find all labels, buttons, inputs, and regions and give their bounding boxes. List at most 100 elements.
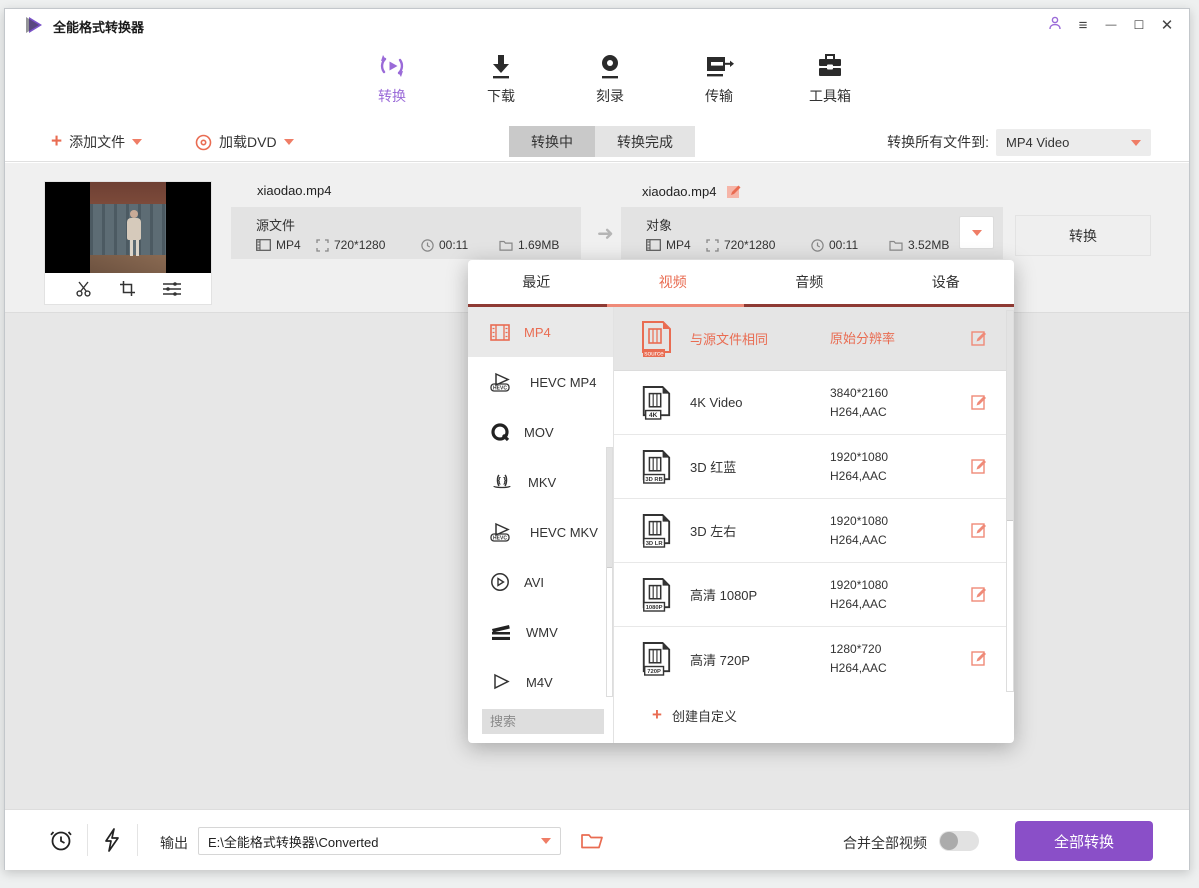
- dvd-icon: [195, 134, 212, 151]
- tab-transfer[interactable]: 传输: [669, 49, 769, 106]
- preset-codecs: H264,AAC: [830, 597, 887, 611]
- sidebar-scrollbar[interactable]: [606, 447, 613, 697]
- preset-name: 3D 红蓝: [690, 457, 830, 476]
- mp4-icon: [490, 324, 510, 341]
- preset-file-icon: 3D LR: [638, 512, 674, 550]
- add-files-button[interactable]: + 添加文件: [51, 130, 142, 154]
- output-format-select[interactable]: MP4 Video: [996, 129, 1151, 156]
- target-duration: 00:11: [829, 238, 858, 252]
- target-info-panel: 对象 MP4 720*1280 00:11 3.52MB: [621, 207, 1003, 259]
- preset-file-icon: 3D RB: [638, 448, 674, 486]
- quicktime-icon: [490, 422, 510, 442]
- preset-row-3d-lr[interactable]: 3D LR 3D 左右 1920*1080H264,AAC: [614, 499, 1014, 563]
- format-item-avi[interactable]: AVI: [468, 557, 613, 607]
- plus-icon: +: [652, 705, 662, 725]
- minimize-button[interactable]: —: [1097, 19, 1125, 31]
- plus-icon: +: [51, 131, 62, 153]
- convert-all-button[interactable]: 全部转换: [1015, 821, 1153, 861]
- convert-row-button[interactable]: 转换: [1015, 215, 1151, 256]
- preset-name: 3D 左右: [690, 521, 830, 540]
- preset-codecs: H264,AAC: [830, 405, 887, 419]
- preset-resolution: 3840*2160: [830, 386, 888, 400]
- preset-row-source[interactable]: source 与源文件相同 原始分辨率: [614, 307, 1014, 371]
- clock-icon: [421, 239, 434, 252]
- app-window: 全能格式转换器 ≡ — ☐ ✕ 转换 下载: [4, 8, 1190, 870]
- edit-preset-icon[interactable]: [971, 649, 988, 666]
- popup-tab-audio[interactable]: 音频: [741, 260, 878, 304]
- resolution-icon: [706, 239, 719, 252]
- close-button[interactable]: ✕: [1153, 16, 1181, 34]
- edit-preset-icon[interactable]: [971, 393, 988, 410]
- source-panel-title: 源文件: [256, 215, 295, 234]
- format-item-m4v[interactable]: M4V: [468, 657, 613, 697]
- format-item-hevc-mp4[interactable]: HEVC HEVC MP4: [468, 357, 613, 407]
- format-item-hevc-mkv[interactable]: HEVC HEVC MKV: [468, 507, 613, 557]
- maximize-button[interactable]: ☐: [1125, 18, 1153, 32]
- account-icon[interactable]: [1041, 15, 1069, 35]
- hevc-icon: HEVC: [490, 372, 516, 392]
- status-tabs: 转换中 转换完成: [509, 126, 695, 157]
- format-item-mp4[interactable]: MP4: [468, 307, 613, 357]
- output-path-value: E:\全能格式转换器\Converted: [208, 832, 379, 851]
- preset-resolution: 1920*1080: [830, 450, 888, 464]
- preset-resolution: 原始分辨率: [830, 329, 940, 348]
- chevron-down-icon: [132, 139, 142, 145]
- merge-toggle[interactable]: [939, 831, 979, 851]
- preset-file-icon: 4K: [638, 384, 674, 422]
- preset-name: 高清 1080P: [690, 585, 830, 604]
- schedule-icon[interactable]: [49, 828, 73, 852]
- format-item-wmv[interactable]: WMV: [468, 607, 613, 657]
- preset-list: source 与源文件相同 原始分辨率 4K 4K Video 3840*216…: [614, 307, 1014, 743]
- tab-download[interactable]: 下载: [451, 49, 551, 106]
- popup-tab-device[interactable]: 设备: [878, 260, 1015, 304]
- svg-text:720P: 720P: [647, 669, 661, 675]
- tab-finished[interactable]: 转换完成: [595, 126, 695, 157]
- tab-convert[interactable]: 转换: [342, 49, 442, 106]
- create-custom-button[interactable]: + 创建自定义: [652, 705, 1014, 725]
- menu-icon[interactable]: ≡: [1069, 17, 1097, 34]
- preset-row-3d-rb[interactable]: 3D RB 3D 红蓝 1920*1080H264,AAC: [614, 435, 1014, 499]
- tab-toolbox[interactable]: 工具箱: [780, 49, 880, 106]
- popup-tab-video[interactable]: 视频: [605, 260, 742, 304]
- source-file-name: xiaodao.mp4: [257, 183, 331, 198]
- chevron-down-icon: [972, 230, 982, 236]
- edit-preset-icon[interactable]: [971, 585, 988, 602]
- rename-icon[interactable]: [726, 183, 742, 199]
- high-speed-icon[interactable]: [103, 828, 121, 852]
- preset-row-1080p[interactable]: 1080P 高清 1080P 1920*1080H264,AAC: [614, 563, 1014, 627]
- svg-text:HEVC: HEVC: [493, 536, 507, 542]
- trim-icon[interactable]: [75, 281, 93, 297]
- edit-preset-icon[interactable]: [971, 329, 988, 346]
- open-folder-icon[interactable]: [581, 832, 603, 849]
- preset-scrollbar[interactable]: [1006, 310, 1014, 692]
- tab-converting[interactable]: 转换中: [509, 126, 595, 157]
- popup-tabs: 最近 视频 音频 设备: [468, 260, 1014, 304]
- tab-burn[interactable]: 刻录: [560, 49, 660, 106]
- edit-preset-icon[interactable]: [971, 521, 988, 538]
- format-item-mov[interactable]: MOV: [468, 407, 613, 457]
- source-size: 1.69MB: [518, 238, 559, 252]
- edit-preset-icon[interactable]: [971, 457, 988, 474]
- target-format-dropdown-button[interactable]: [959, 216, 994, 249]
- convert-icon: [342, 49, 442, 83]
- format-popup: 最近 视频 音频 设备 MP4 HEVC HEVC MP4: [468, 260, 1014, 743]
- merge-label: 合并全部视频: [843, 833, 927, 853]
- divider: [87, 824, 88, 856]
- download-icon: [451, 49, 551, 83]
- load-dvd-button[interactable]: 加载DVD: [195, 130, 294, 154]
- source-info-panel: 源文件 MP4 720*1280 00:11 1.69MB: [231, 207, 581, 259]
- effects-icon[interactable]: [162, 281, 182, 297]
- format-search-input[interactable]: [482, 709, 604, 734]
- format-item-mkv[interactable]: { } MKV: [468, 457, 613, 507]
- preset-row-4k[interactable]: 4K 4K Video 3840*2160H264,AAC: [614, 371, 1014, 435]
- preset-codecs: H264,AAC: [830, 661, 887, 675]
- crop-icon[interactable]: [119, 280, 136, 297]
- preset-row-720p[interactable]: 720P 高清 720P 1280*720H264,AAC: [614, 627, 1014, 691]
- target-panel-title: 对象: [646, 215, 672, 234]
- popup-tab-recent[interactable]: 最近: [468, 260, 605, 304]
- output-path-select[interactable]: E:\全能格式转换器\Converted: [198, 827, 561, 855]
- svg-text:3D LR: 3D LR: [646, 541, 664, 547]
- video-thumbnail: [45, 182, 211, 304]
- svg-text:source: source: [644, 350, 664, 357]
- svg-text:HEVC: HEVC: [493, 386, 507, 392]
